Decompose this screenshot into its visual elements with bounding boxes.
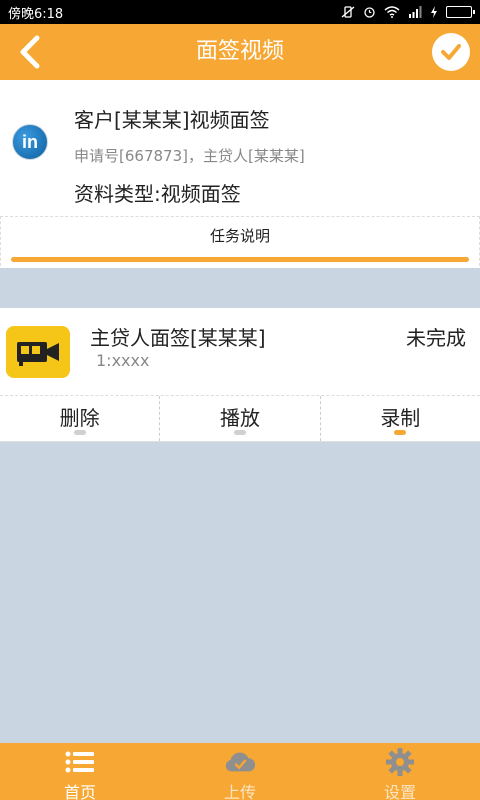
- tab-home-label: 首页: [63, 783, 96, 800]
- page-title: 面签视频: [195, 39, 284, 64]
- delete-button[interactable]: 删除: [0, 396, 159, 441]
- task-progress-bar: [11, 257, 469, 262]
- task-number: 1:xxxx: [96, 351, 150, 370]
- confirm-button[interactable]: [432, 33, 470, 71]
- list-icon: [65, 751, 94, 773]
- logo-text: in: [22, 131, 38, 152]
- tab-upload-label: 上传: [223, 783, 256, 800]
- status-bar: 傍晚6:18: [0, 0, 480, 24]
- task-description-label: 任务说明: [209, 227, 270, 245]
- record-button[interactable]: 录制: [319, 396, 480, 441]
- record-indicator: [394, 430, 407, 435]
- charging-icon: [431, 6, 437, 18]
- vibrate-off-icon: [341, 6, 355, 18]
- task-actions: 删除 播放 录制: [0, 395, 480, 442]
- check-icon: [441, 44, 461, 60]
- record-label: 录制: [380, 406, 421, 430]
- tab-upload[interactable]: 上传: [160, 743, 320, 800]
- task-name: 主贷人面签[某某某]: [90, 326, 266, 350]
- application-info: 申请号[667873]，主贷人[某某某]: [74, 147, 305, 165]
- linkedin-logo-icon: in: [12, 124, 48, 160]
- task-status: 未完成: [406, 326, 466, 350]
- battery-icon: [446, 6, 475, 18]
- tab-settings[interactable]: 设置: [320, 743, 480, 800]
- wifi-icon: [384, 6, 400, 18]
- customer-title: 客户[某某某]视频面签: [74, 108, 270, 132]
- gear-icon: [386, 748, 414, 776]
- delete-label: 删除: [59, 406, 100, 430]
- play-label: 播放: [219, 406, 260, 430]
- title-bar: 面签视频: [0, 24, 480, 80]
- alarm-icon: [364, 7, 375, 18]
- tab-home[interactable]: 首页: [0, 743, 160, 800]
- tab-settings-label: 设置: [383, 783, 416, 800]
- bottom-tab-bar: 首页 上传 设置: [0, 743, 480, 800]
- signal-icon: [409, 6, 422, 18]
- play-button[interactable]: 播放: [159, 396, 319, 441]
- material-type: 资料类型:视频面签: [74, 182, 241, 206]
- video-camera-icon: [6, 326, 70, 378]
- status-icons: [341, 6, 475, 18]
- cloud-upload-icon: [225, 752, 256, 772]
- status-time: 傍晚6:18: [8, 6, 64, 22]
- delete-indicator: [73, 430, 86, 435]
- play-indicator: [233, 430, 246, 435]
- task-description-button[interactable]: 任务说明: [0, 216, 480, 266]
